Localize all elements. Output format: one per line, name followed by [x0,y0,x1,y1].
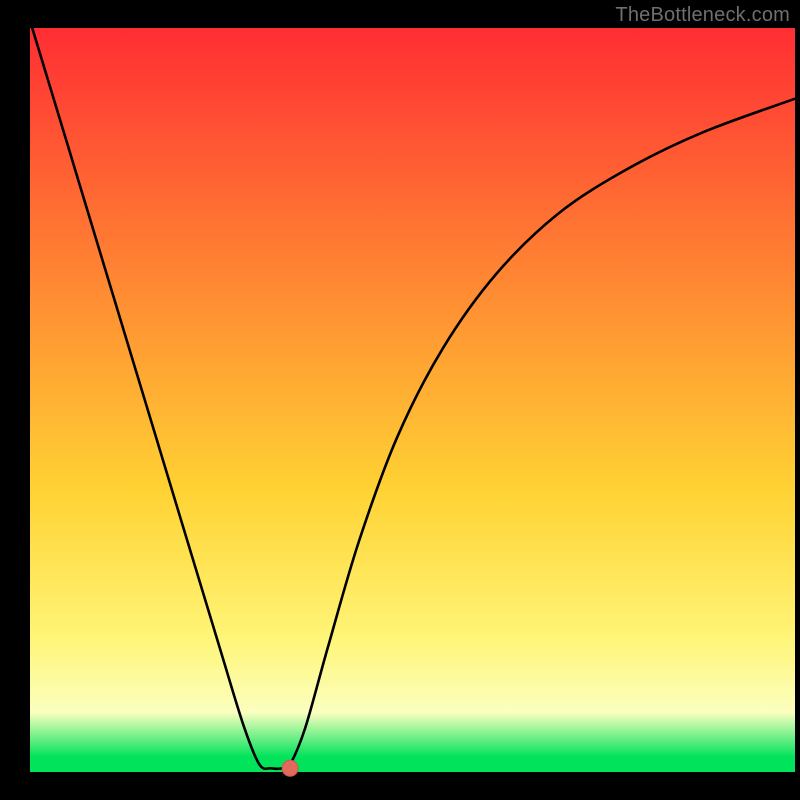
chart-stage: TheBottleneck.com [0,0,800,800]
bottleneck-chart [0,0,800,800]
optimal-point-marker [282,760,298,776]
attribution-text: TheBottleneck.com [615,4,790,27]
